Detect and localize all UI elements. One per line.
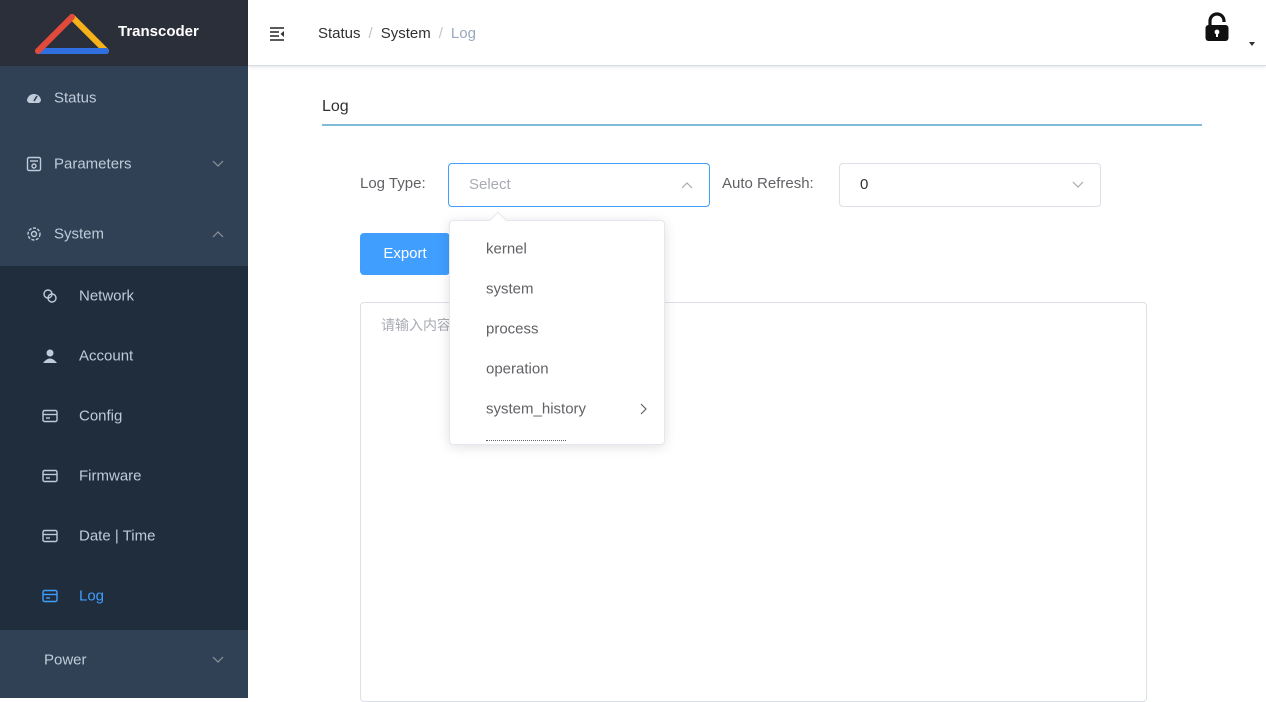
sidebar-item-account[interactable]: Account [0, 326, 248, 386]
sidebar-item-power[interactable]: Power [0, 630, 248, 690]
top-header: Status / System / Log [248, 0, 1266, 66]
breadcrumb-current: Log [450, 25, 476, 42]
breadcrumb-item[interactable]: Status [318, 25, 361, 42]
app-title: Transcoder [118, 23, 199, 40]
sidebar-item-date-time[interactable]: Date | Time [0, 506, 248, 566]
sidebar-item-label: Config [79, 407, 123, 425]
auto-refresh-select[interactable]: 0 [839, 163, 1101, 207]
logo-icon [35, 14, 109, 54]
logo-area[interactable]: Transcoder [0, 0, 248, 66]
chevron-down-icon [1072, 181, 1084, 188]
dropdown-option-system[interactable]: system [450, 269, 664, 309]
export-button[interactable]: Export [360, 233, 450, 275]
dropdown-option-process[interactable]: process [450, 309, 664, 349]
option-label: system_history [486, 400, 587, 418]
breadcrumb-item[interactable]: System [381, 25, 431, 42]
sidebar-item-status[interactable]: Status [0, 68, 248, 128]
dashboard-icon [27, 94, 41, 103]
sidebar-item-label: Date | Time [79, 527, 156, 545]
lock-icon[interactable] [1204, 12, 1230, 42]
section-divider [322, 124, 1202, 126]
log-type-label: Log Type: [360, 175, 426, 192]
log-type-select[interactable]: Select [448, 163, 710, 207]
sidebar-item-label: Account [79, 347, 134, 365]
log-type-placeholder: Select [469, 176, 511, 193]
option-label: system [486, 280, 534, 298]
breadcrumb: Status / System / Log [318, 25, 476, 42]
card-icon [42, 409, 58, 423]
sidebar-item-parameters[interactable]: Parameters [0, 134, 248, 194]
card-icon [42, 589, 58, 603]
sidebar-item-label: Power [44, 651, 87, 669]
log-type-dropdown: kernel system process operation system_h… [449, 220, 665, 445]
network-icon [43, 289, 57, 303]
gear-icon [27, 227, 41, 241]
chevron-up-icon [681, 182, 693, 189]
sidebar-item-firmware[interactable]: Firmware [0, 446, 248, 506]
sidebar-item-log[interactable]: Log [0, 566, 248, 626]
sidebar-item-config[interactable]: Config [0, 386, 248, 446]
dropdown-option-partial[interactable] [450, 429, 664, 444]
sidebar: Transcoder Status Parameters System Netw… [0, 0, 248, 698]
chevron-up-icon [212, 231, 224, 238]
auto-refresh-value: 0 [860, 176, 869, 193]
menu-fold-icon[interactable] [269, 26, 285, 42]
user-icon [43, 349, 57, 363]
sidebar-item-label: Status [54, 89, 97, 107]
card-icon [42, 529, 58, 543]
option-label: operation [486, 360, 549, 378]
textarea-placeholder: 请输入内容 [381, 317, 451, 333]
card-icon [42, 469, 58, 483]
section-title: Log [322, 98, 349, 115]
sidebar-item-label: Firmware [79, 467, 142, 485]
sidebar-item-label: Log [79, 587, 105, 605]
dropdown-option-kernel[interactable]: kernel [450, 229, 664, 269]
chevron-right-icon [640, 403, 647, 415]
sidebar-item-network[interactable]: Network [0, 266, 248, 326]
breadcrumb-separator: / [438, 25, 443, 42]
breadcrumb-separator: / [368, 25, 373, 42]
caret-down-icon[interactable] [1249, 42, 1255, 46]
option-label-clipped [486, 440, 566, 442]
sidebar-item-label: System [54, 225, 105, 243]
dropdown-option-operation[interactable]: operation [450, 349, 664, 389]
auto-refresh-label: Auto Refresh: [722, 175, 814, 192]
sidebar-item-system[interactable]: System [0, 204, 248, 264]
system-submenu: Network Account Config Firmware Date | T… [0, 266, 248, 630]
sidebar-item-label: Network [79, 287, 135, 305]
parameters-icon [26, 156, 42, 172]
chevron-down-icon [212, 160, 224, 167]
option-label: kernel [486, 240, 527, 258]
sidebar-item-label: Parameters [54, 155, 132, 173]
option-label: process [486, 320, 539, 338]
dropdown-option-system-history[interactable]: system_history [450, 389, 664, 429]
chevron-down-icon [212, 656, 224, 663]
